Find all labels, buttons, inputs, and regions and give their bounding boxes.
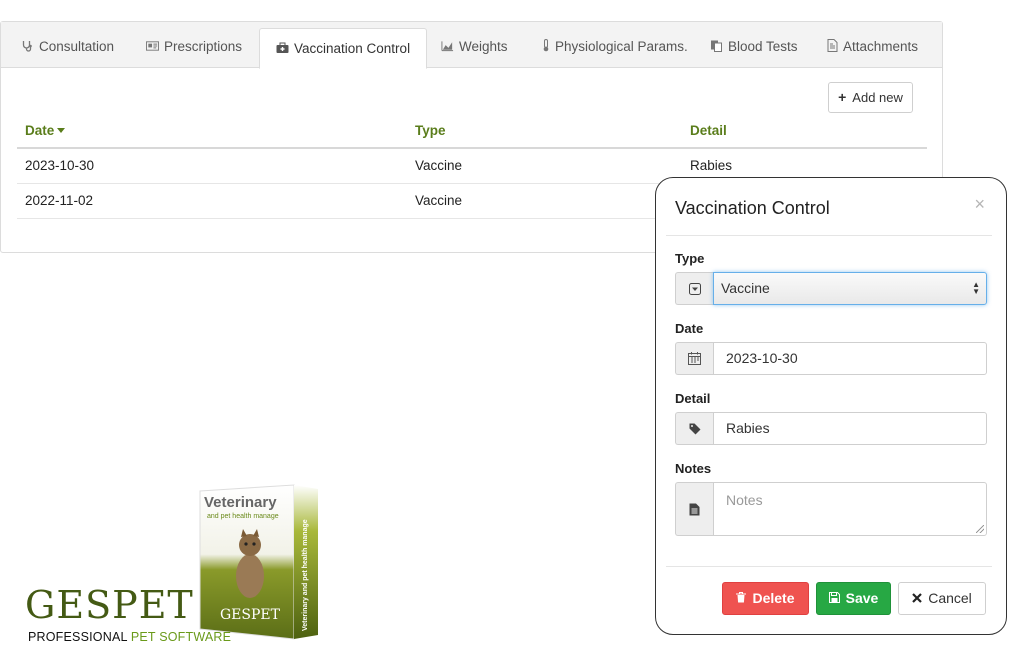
add-new-button[interactable]: + Add new [828, 82, 913, 113]
file-icon [827, 39, 838, 52]
date-label: Date [675, 321, 704, 336]
resize-grip-icon[interactable] [976, 525, 984, 533]
date-input[interactable]: 2023-10-30 [713, 342, 987, 375]
gespet-tagline: PROFESSIONAL PET SOFTWARE [28, 630, 232, 644]
notes-input-group: Notes [675, 482, 987, 536]
detail-addon [675, 412, 713, 445]
notes-addon [675, 482, 713, 536]
modal-footer-divider [666, 566, 992, 567]
select-arrows-icon: ▲ ▼ [972, 280, 980, 296]
save-button[interactable]: Save [816, 582, 891, 615]
notes-label: Notes [675, 461, 712, 476]
calendar-icon [688, 352, 701, 365]
delete-button[interactable]: Delete [722, 582, 809, 615]
medkit-icon [276, 42, 289, 53]
table-header-row: Date Type Detail [17, 114, 927, 149]
type-addon [675, 272, 713, 305]
sort-caret-icon [57, 128, 66, 133]
tab-physiological-params[interactable]: Physiological Params. [542, 22, 688, 68]
thermometer-icon [543, 39, 549, 52]
caret-square-down-icon [688, 282, 701, 295]
box-subtitle: and pet health manage [207, 513, 279, 520]
type-input-group: Vaccine ▲ ▼ [675, 272, 987, 305]
prescription-icon [146, 41, 159, 51]
tab-vaccination-control[interactable]: Vaccination Control [259, 28, 428, 69]
modal-title: Vaccination Control [675, 198, 830, 218]
tab-attachments[interactable]: Attachments [827, 22, 918, 68]
copy-icon [711, 40, 722, 52]
product-box-image: Veterinary and pet health manage GESPET … [199, 484, 318, 640]
detail-label: Detail [675, 391, 711, 406]
cell-type: Vaccine [407, 148, 682, 184]
vaccination-modal: Vaccination Control × Type Vaccine ▲ ▼ Da… [655, 177, 1007, 635]
stethoscope-icon [22, 41, 32, 52]
close-icon [912, 593, 922, 603]
column-header-type[interactable]: Type [407, 114, 682, 149]
notes-textarea[interactable]: Notes [713, 482, 987, 536]
cell-date: 2022-11-02 [17, 183, 407, 219]
date-addon[interactable] [675, 342, 713, 375]
file-text-icon [689, 503, 700, 515]
tab-blood-tests[interactable]: Blood Tests [710, 22, 798, 68]
detail-input[interactable]: Rabies [713, 412, 987, 445]
cell-type: Vaccine [407, 183, 682, 219]
modal-divider [666, 235, 992, 236]
box-brand: GESPET [220, 607, 281, 623]
tab-prescriptions[interactable]: Prescriptions [146, 22, 242, 68]
cell-date: 2023-10-30 [17, 148, 407, 184]
area-chart-icon [441, 41, 454, 52]
column-header-date[interactable]: Date [17, 114, 407, 149]
tab-bar: Consultation Prescriptions Vaccination C… [1, 22, 942, 69]
tab-weights[interactable]: Weights [441, 22, 508, 68]
date-input-group: 2023-10-30 [675, 342, 987, 375]
plus-icon: + [838, 89, 847, 105]
detail-input-group: Rabies [675, 412, 987, 445]
tab-consultation[interactable]: Consultation [21, 22, 114, 68]
box-title: Veterinary [204, 494, 277, 511]
gespet-logo: GESPET [25, 583, 194, 627]
floppy-disk-icon [828, 592, 840, 603]
trash-icon [736, 592, 747, 603]
box-spine-text: Veterinary and pet health manage [302, 519, 309, 631]
cancel-button[interactable]: Cancel [898, 582, 986, 615]
tag-icon [689, 423, 700, 434]
type-label: Type [675, 251, 705, 266]
type-select[interactable]: Vaccine ▲ ▼ [713, 272, 987, 305]
close-icon[interactable]: × [974, 194, 985, 215]
column-header-detail[interactable]: Detail [682, 114, 927, 149]
